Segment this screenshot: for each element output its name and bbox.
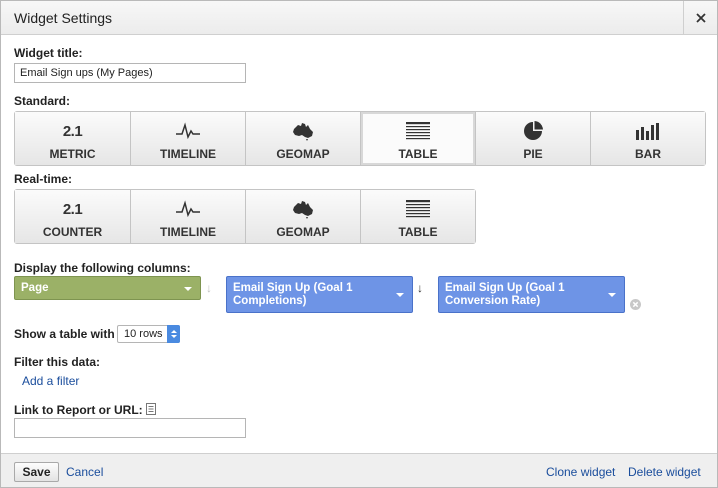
link-report-input[interactable] — [14, 418, 246, 438]
save-button[interactable]: Save — [14, 462, 59, 482]
column-select-page[interactable]: Page — [14, 276, 201, 300]
viz-label: TIMELINE — [160, 225, 216, 239]
standard-geomap-button[interactable]: GEOMAP — [245, 112, 360, 165]
viz-label: TABLE — [398, 147, 438, 161]
widget-title-input[interactable] — [14, 63, 246, 83]
chevron-down-icon — [184, 287, 192, 291]
link-report-label: Link to Report or URL: — [14, 403, 143, 417]
column-select-label: Email Sign Up (Goal 1 Completions) — [233, 282, 353, 307]
filter-label: Filter this data: — [14, 355, 101, 369]
close-icon — [695, 12, 706, 23]
realtime-counter-button[interactable]: 2.1 COUNTER — [15, 190, 130, 243]
realtime-table-button[interactable]: TABLE — [360, 190, 475, 243]
geomap-icon — [293, 201, 313, 219]
counter-icon: 2.1 — [62, 200, 83, 218]
viz-label: BAR — [635, 147, 661, 161]
viz-label: COUNTER — [42, 225, 103, 239]
bar-icon — [636, 123, 659, 140]
metric-icon: 2.1 — [62, 122, 83, 140]
viz-label: TABLE — [398, 225, 438, 239]
show-table-label: Show a table with — [14, 327, 115, 341]
dialog-title: Widget Settings — [14, 10, 113, 26]
realtime-timeline-button[interactable]: TIMELINE — [130, 190, 245, 243]
remove-column-icon[interactable] — [630, 299, 641, 310]
timeline-icon — [176, 122, 200, 140]
timeline-icon — [176, 200, 200, 218]
viz-label: TIMELINE — [160, 147, 216, 161]
rows-select[interactable]: 10 rows — [117, 325, 180, 343]
standard-table-button[interactable]: TABLE — [360, 112, 475, 165]
sort-arrow-icon[interactable]: ↓ — [206, 281, 212, 295]
dialog-footer: Save Cancel Clone widget Delete widget — [1, 453, 717, 487]
viz-label: GEOMAP — [276, 225, 330, 239]
pie-icon — [524, 121, 543, 140]
viz-label: METRIC — [49, 147, 96, 161]
standard-bar-button[interactable]: BAR — [590, 112, 705, 165]
chevron-down-icon — [396, 293, 404, 297]
title-bar: Widget Settings — [1, 1, 717, 35]
column-select-goal-completions[interactable]: Email Sign Up (Goal 1 Completions) — [226, 276, 413, 313]
viz-label: GEOMAP — [276, 147, 330, 161]
rows-select-value: 10 rows — [124, 328, 163, 340]
standard-metric-button[interactable]: 2.1 METRIC — [15, 112, 130, 165]
viz-label: PIE — [523, 147, 543, 161]
realtime-viz-group: 2.1 COUNTER TIMELINE GEOMAP TABLE — [14, 189, 476, 244]
realtime-geomap-button[interactable]: GEOMAP — [245, 190, 360, 243]
widget-title-label: Widget title: — [14, 46, 83, 60]
standard-timeline-button[interactable]: TIMELINE — [130, 112, 245, 165]
standard-viz-group: 2.1 METRIC TIMELINE GEOMAP TABLE PIE BAR — [14, 111, 706, 166]
cancel-link[interactable]: Cancel — [66, 465, 103, 479]
add-filter-link[interactable]: Add a filter — [22, 374, 79, 388]
close-button[interactable] — [683, 1, 717, 34]
column-select-label: Page — [21, 282, 49, 294]
table-icon — [406, 122, 430, 140]
clone-widget-link[interactable]: Clone widget — [546, 465, 615, 479]
column-select-goal-conversion-rate[interactable]: Email Sign Up (Goal 1 Conversion Rate) — [438, 276, 625, 313]
delete-widget-link[interactable]: Delete widget — [628, 465, 701, 479]
columns-label: Display the following columns: — [14, 261, 191, 275]
geomap-icon — [293, 123, 313, 141]
standard-pie-button[interactable]: PIE — [475, 112, 590, 165]
realtime-label: Real-time: — [14, 172, 73, 186]
chevron-down-icon — [608, 293, 616, 297]
column-select-label: Email Sign Up (Goal 1 Conversion Rate) — [445, 282, 565, 307]
select-stepper-icon — [167, 325, 180, 343]
sort-arrow-icon[interactable]: ↓ — [417, 281, 423, 295]
document-icon[interactable] — [146, 403, 156, 415]
table-icon — [406, 200, 430, 218]
standard-label: Standard: — [14, 94, 71, 108]
widget-settings-dialog: Widget Settings Widget title: Standard: … — [0, 0, 718, 488]
